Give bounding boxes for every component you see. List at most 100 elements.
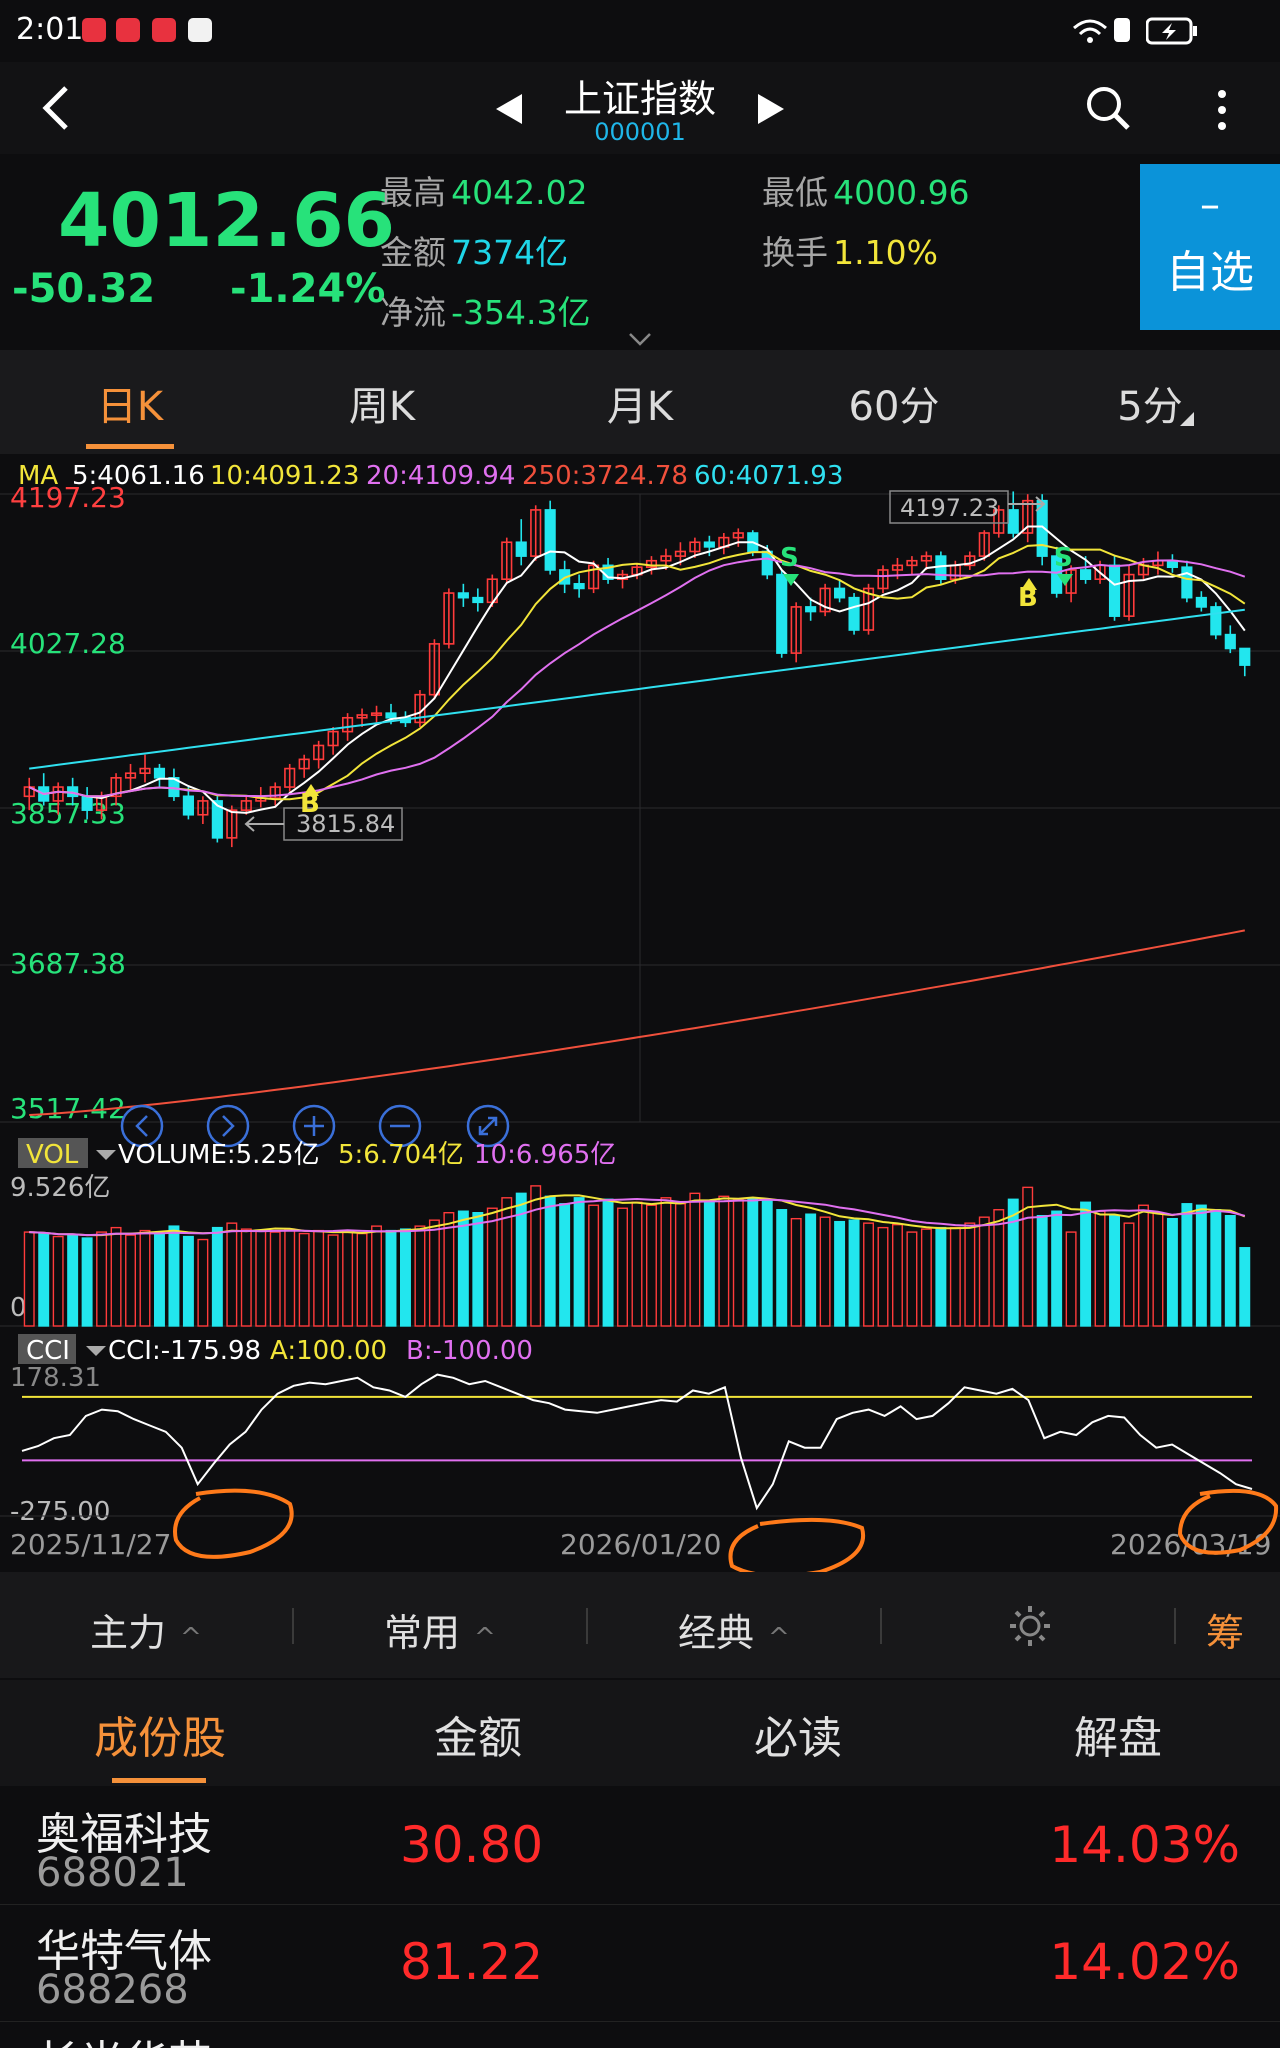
high-value: 4042.02	[451, 173, 588, 212]
tab-5min[interactable]: 5分	[1060, 374, 1240, 432]
volume-bar	[327, 1234, 339, 1327]
stock-code: 688021	[36, 1850, 189, 1896]
candle	[906, 556, 918, 575]
candle	[327, 727, 339, 755]
ma20-value: 20:4109.94	[366, 461, 515, 491]
next-index-icon[interactable]	[756, 92, 786, 126]
volume-bar	[790, 1217, 802, 1327]
volume-bar	[674, 1203, 686, 1327]
volume-bar	[1051, 1210, 1063, 1327]
tab-60min[interactable]: 60分	[804, 374, 984, 432]
y-tick-label: 3857.33	[10, 797, 126, 830]
volume-bar	[168, 1225, 180, 1327]
candle	[1181, 560, 1193, 603]
volume-bar	[1065, 1231, 1077, 1327]
more-options-icon[interactable]	[1214, 88, 1230, 132]
volume-bar	[645, 1204, 657, 1327]
vol5-value: 5:6.704亿	[338, 1140, 464, 1170]
cci-b-value: B:-100.00	[406, 1336, 533, 1366]
vol10-value: 10:6.965亿	[474, 1140, 616, 1170]
volume-bar	[920, 1228, 932, 1327]
vol-tag: VOL	[26, 1140, 79, 1170]
candle-body	[1195, 596, 1207, 608]
candle	[1195, 591, 1207, 612]
candle	[182, 787, 194, 820]
tool-main-force[interactable]: 主力 ^	[90, 1602, 202, 1657]
candle	[298, 754, 310, 778]
candle	[197, 796, 209, 825]
volume-bar	[891, 1223, 903, 1327]
ma10-line	[28, 543, 1246, 801]
tab-monthly-k[interactable]: 月K	[550, 374, 730, 432]
high-marker-label: 4197.23	[900, 494, 999, 522]
volume-bar	[544, 1195, 556, 1327]
alert-icon	[1114, 18, 1130, 42]
volume-bar	[776, 1209, 788, 1327]
gear-icon[interactable]	[1006, 1602, 1054, 1650]
volume-bar	[1123, 1222, 1135, 1327]
tab-weekly-k[interactable]: 周K	[292, 374, 472, 432]
volume-bar	[385, 1229, 397, 1327]
tab-amount[interactable]: 金额	[358, 1702, 598, 1766]
candle	[139, 754, 151, 783]
volume-bar	[443, 1212, 455, 1327]
candle	[313, 740, 325, 769]
date-label: 2026/01/20	[560, 1528, 721, 1561]
active-tab-indicator	[112, 1778, 206, 1783]
divider	[292, 1608, 294, 1644]
add-watchlist-button[interactable]: – 自选	[1140, 164, 1280, 330]
tab-analysis[interactable]: 解盘	[998, 1702, 1238, 1766]
candle	[1224, 625, 1236, 654]
list-item[interactable]: 奥福科技 688021 30.80 14.03%	[0, 1788, 1280, 1905]
volume-bar	[1239, 1247, 1251, 1327]
amount-value: 7374亿	[451, 233, 569, 272]
volume-max-label: 9.526亿	[10, 1173, 110, 1203]
trade-signals: B B S S	[300, 543, 1073, 819]
tool-classic[interactable]: 经典 ^	[678, 1602, 790, 1657]
candle	[602, 557, 614, 584]
volume-bar	[81, 1237, 93, 1327]
notification-icon	[152, 18, 176, 42]
amount-label: 金额	[380, 233, 446, 272]
list-item[interactable]: 华特气体 688268 81.22 14.02%	[0, 1905, 1280, 2022]
divider	[1174, 1608, 1176, 1644]
tool-classic-label: 经典	[678, 1611, 755, 1655]
candle	[428, 639, 440, 700]
quote-panel: 4012.66 -50.32 -1.24% 最高 4042.02 最低 4000…	[0, 156, 1280, 348]
candle	[269, 782, 281, 806]
list-item[interactable]: 长光华芯	[0, 2022, 1280, 2048]
candle-body	[1224, 633, 1236, 650]
volume-bar	[1007, 1198, 1019, 1327]
volume-bar	[153, 1232, 165, 1327]
volume-bar	[255, 1229, 267, 1327]
ma250-line	[29, 929, 1245, 1116]
tool-common[interactable]: 常用 ^	[384, 1602, 496, 1657]
tool-common-label: 常用	[384, 1611, 461, 1655]
k-line-chart[interactable]: MA 5:4061.16 10:4091.23 20:4109.94 250:3…	[0, 454, 1280, 1572]
cci-indicator	[0, 1373, 1280, 1517]
volume-bar	[1195, 1204, 1207, 1327]
volume-bar	[848, 1219, 860, 1327]
expand-chevron-icon[interactable]	[628, 332, 652, 346]
ma-legend: MA 5:4061.16 10:4091.23 20:4109.94 250:3…	[18, 461, 843, 491]
low-value: 4000.96	[833, 173, 970, 212]
search-icon[interactable]	[1084, 84, 1132, 132]
watch-label: 自选	[1166, 247, 1254, 298]
tab-must-read[interactable]: 必读	[678, 1702, 918, 1766]
candle-body	[544, 509, 556, 571]
tool-chips[interactable]: 筹	[1206, 1602, 1244, 1657]
battery-icon	[1146, 17, 1197, 45]
candle	[472, 588, 484, 612]
turnover-value: 1.10%	[833, 233, 938, 272]
clock: 2:01	[16, 12, 84, 47]
tab-constituents[interactable]: 成份股	[40, 1702, 280, 1766]
candle	[1123, 565, 1135, 621]
tab-daily-k[interactable]: 日K	[40, 374, 220, 432]
volume-bar	[472, 1212, 484, 1327]
candle-body	[1080, 569, 1092, 581]
candle-body	[1108, 564, 1121, 617]
stock-price: 30.80	[400, 1816, 544, 1874]
volume-bar	[617, 1207, 629, 1327]
cci-tag: CCI	[26, 1336, 70, 1366]
volume-bar	[949, 1226, 961, 1327]
